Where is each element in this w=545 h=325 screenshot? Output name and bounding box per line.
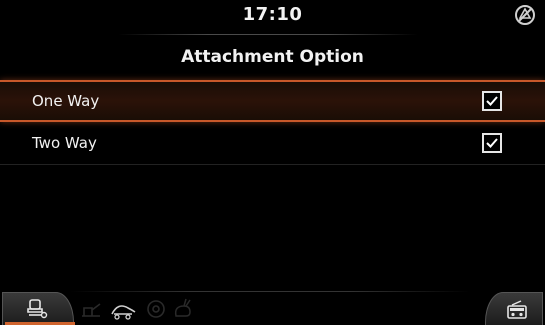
connection-status-icon[interactable] bbox=[513, 3, 537, 27]
tab-radio[interactable] bbox=[485, 292, 543, 325]
header-divider bbox=[118, 34, 418, 35]
screen: 17:10 Attachment Option One Way Two Way bbox=[0, 0, 545, 325]
option-list: One Way Two Way bbox=[0, 80, 545, 165]
clock: 17:10 bbox=[242, 4, 303, 25]
operator-seat-icon bbox=[27, 299, 48, 319]
option-two-way[interactable]: Two Way bbox=[0, 122, 545, 165]
checkbox-one-way[interactable] bbox=[482, 91, 502, 111]
radio-icon bbox=[507, 300, 527, 319]
checkbox-two-way[interactable] bbox=[482, 133, 502, 153]
rabbit-speed-icon bbox=[174, 298, 191, 317]
turtle-speed-icon[interactable] bbox=[108, 298, 138, 320]
bottom-divider bbox=[70, 291, 470, 292]
page-title: Attachment Option bbox=[181, 47, 364, 67]
gear-icon bbox=[147, 300, 165, 318]
tab-machine-settings[interactable] bbox=[2, 292, 75, 325]
machine-icon bbox=[82, 303, 101, 317]
checkmark-icon bbox=[486, 138, 498, 148]
checkmark-icon bbox=[486, 96, 498, 106]
option-label: One Way bbox=[32, 92, 100, 110]
option-one-way[interactable]: One Way bbox=[0, 80, 545, 122]
bottom-bar bbox=[0, 288, 545, 325]
option-label: Two Way bbox=[32, 134, 97, 152]
